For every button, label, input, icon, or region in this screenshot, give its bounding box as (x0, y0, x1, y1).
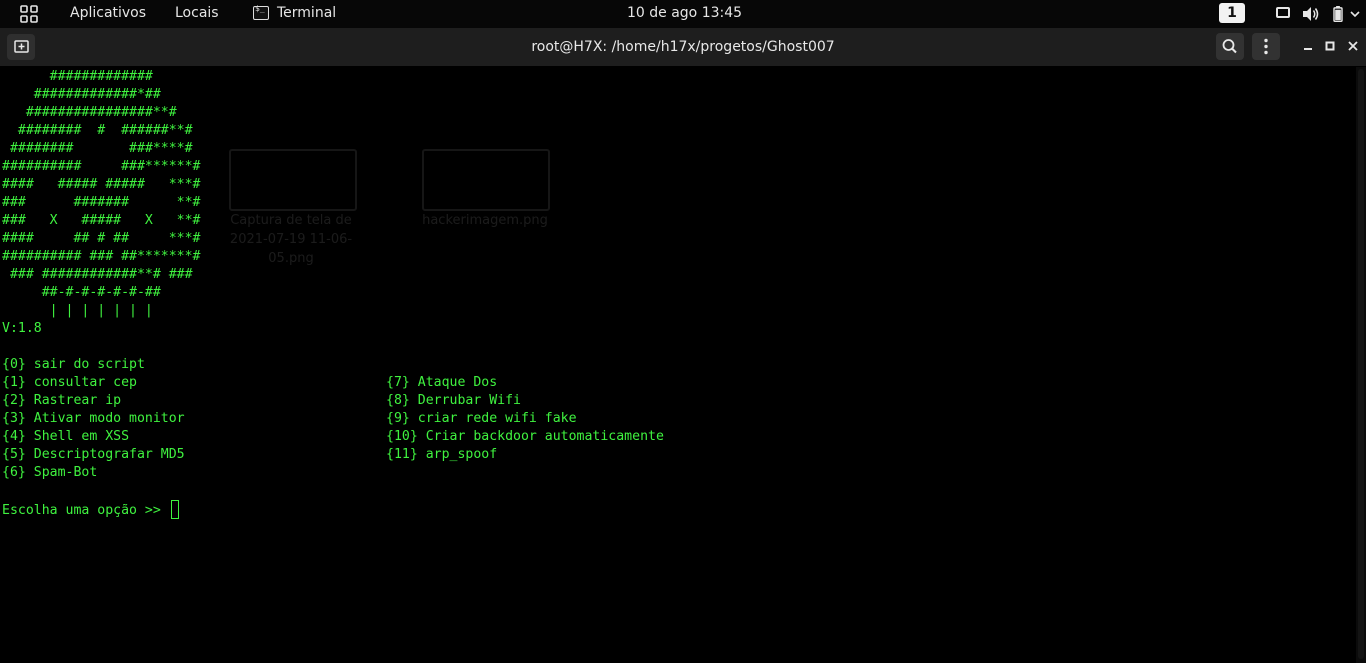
minimize-icon[interactable] (1301, 39, 1315, 53)
menu-button[interactable] (1252, 33, 1280, 60)
scrollbar[interactable] (1356, 67, 1366, 663)
terminal-app-label: Terminal (277, 5, 337, 21)
chevron-down-icon[interactable] (1350, 6, 1360, 22)
terminal-view[interactable]: Captura de tela de 2021-07-19 11-06-05.p… (0, 67, 1366, 663)
banner-line: ################**# (2, 105, 177, 120)
command-prompt[interactable]: Escolha uma opção >> (2, 500, 179, 520)
battery-icon[interactable] (1333, 6, 1343, 22)
banner-line: #### ##### ##### ***# (2, 177, 201, 192)
screen-icon[interactable] (1276, 7, 1290, 18)
banner-line: #### ## # ## ***# (2, 231, 201, 246)
menu-option: {3} Ativar modo monitor (2, 411, 185, 426)
desktop-file-thumbnail (229, 149, 357, 211)
menu-option: {10} Criar backdoor automaticamente (386, 429, 664, 444)
window-titlebar: root@H7X: /home/h17x/progetos/Ghost007 (0, 28, 1366, 66)
banner-line: ######## ###****# (2, 141, 193, 156)
banner-line: ### ####### **# (2, 195, 201, 210)
scrollbar-thumb[interactable] (1358, 69, 1364, 659)
places-menu[interactable]: Locais (175, 5, 219, 21)
banner-line: ############# (2, 69, 153, 84)
menu-option: {4} Shell em XSS (2, 429, 130, 444)
kebab-menu-icon (1264, 38, 1268, 55)
search-icon (1222, 39, 1237, 54)
menu-option: {6} Spam-Bot (2, 465, 98, 480)
banner-line: ########## ###******# (2, 159, 201, 174)
banner-line: ######## # ######**# (2, 123, 193, 138)
maximize-icon[interactable] (1323, 39, 1337, 53)
menu-option: {5} Descriptografar MD5 (2, 447, 185, 462)
desktop-file-label: Captura de tela de 2021-07-19 11-06-05.p… (229, 213, 353, 266)
banner-line: | | | | | | | (2, 303, 153, 318)
close-icon[interactable] (1346, 39, 1360, 53)
menu-option: {2} Rastrear ip (2, 393, 122, 408)
search-button[interactable] (1216, 33, 1244, 60)
version-text: V:1.8 (2, 321, 42, 336)
window-title: root@H7X: /home/h17x/progetos/Ghost007 (531, 39, 835, 55)
banner-line: ### ############**# ### (2, 267, 193, 282)
banner-line: #############*## (2, 87, 161, 102)
volume-icon[interactable] (1302, 6, 1320, 22)
text-cursor[interactable] (170, 500, 179, 519)
menu-option: {0} sair do script (2, 357, 145, 372)
menu-option: {7} Ataque Dos (386, 375, 498, 390)
prompt-text: Escolha uma opção >> (2, 503, 169, 518)
banner-line: ##-#-#-#-#-#-## (2, 285, 161, 300)
menu-option: {8} Derrubar Wifi (386, 393, 521, 408)
app-grid-icon[interactable] (20, 5, 38, 23)
menu-option: {9} criar rede wifi fake (386, 411, 577, 426)
applications-menu[interactable]: Aplicativos (70, 5, 146, 21)
banner-line: ### X ##### X **# (2, 213, 201, 228)
banner-line: ########## ### ##*******# (2, 249, 201, 264)
desktop-file-thumbnail (422, 149, 550, 211)
top-panel: Aplicativos Locais Terminal 10 de ago 13… (0, 0, 1366, 28)
menu-option: {11} arp_spoof (386, 447, 498, 462)
menu-option: {1} consultar cep (2, 375, 137, 390)
terminal-icon (253, 4, 269, 20)
desktop-file-label: hackerimagem.png (422, 213, 548, 228)
workspace-indicator[interactable]: 1 (1219, 3, 1245, 23)
clock[interactable]: 10 de ago 13:45 (627, 5, 742, 21)
terminal-app-menu[interactable]: Terminal (253, 4, 337, 21)
